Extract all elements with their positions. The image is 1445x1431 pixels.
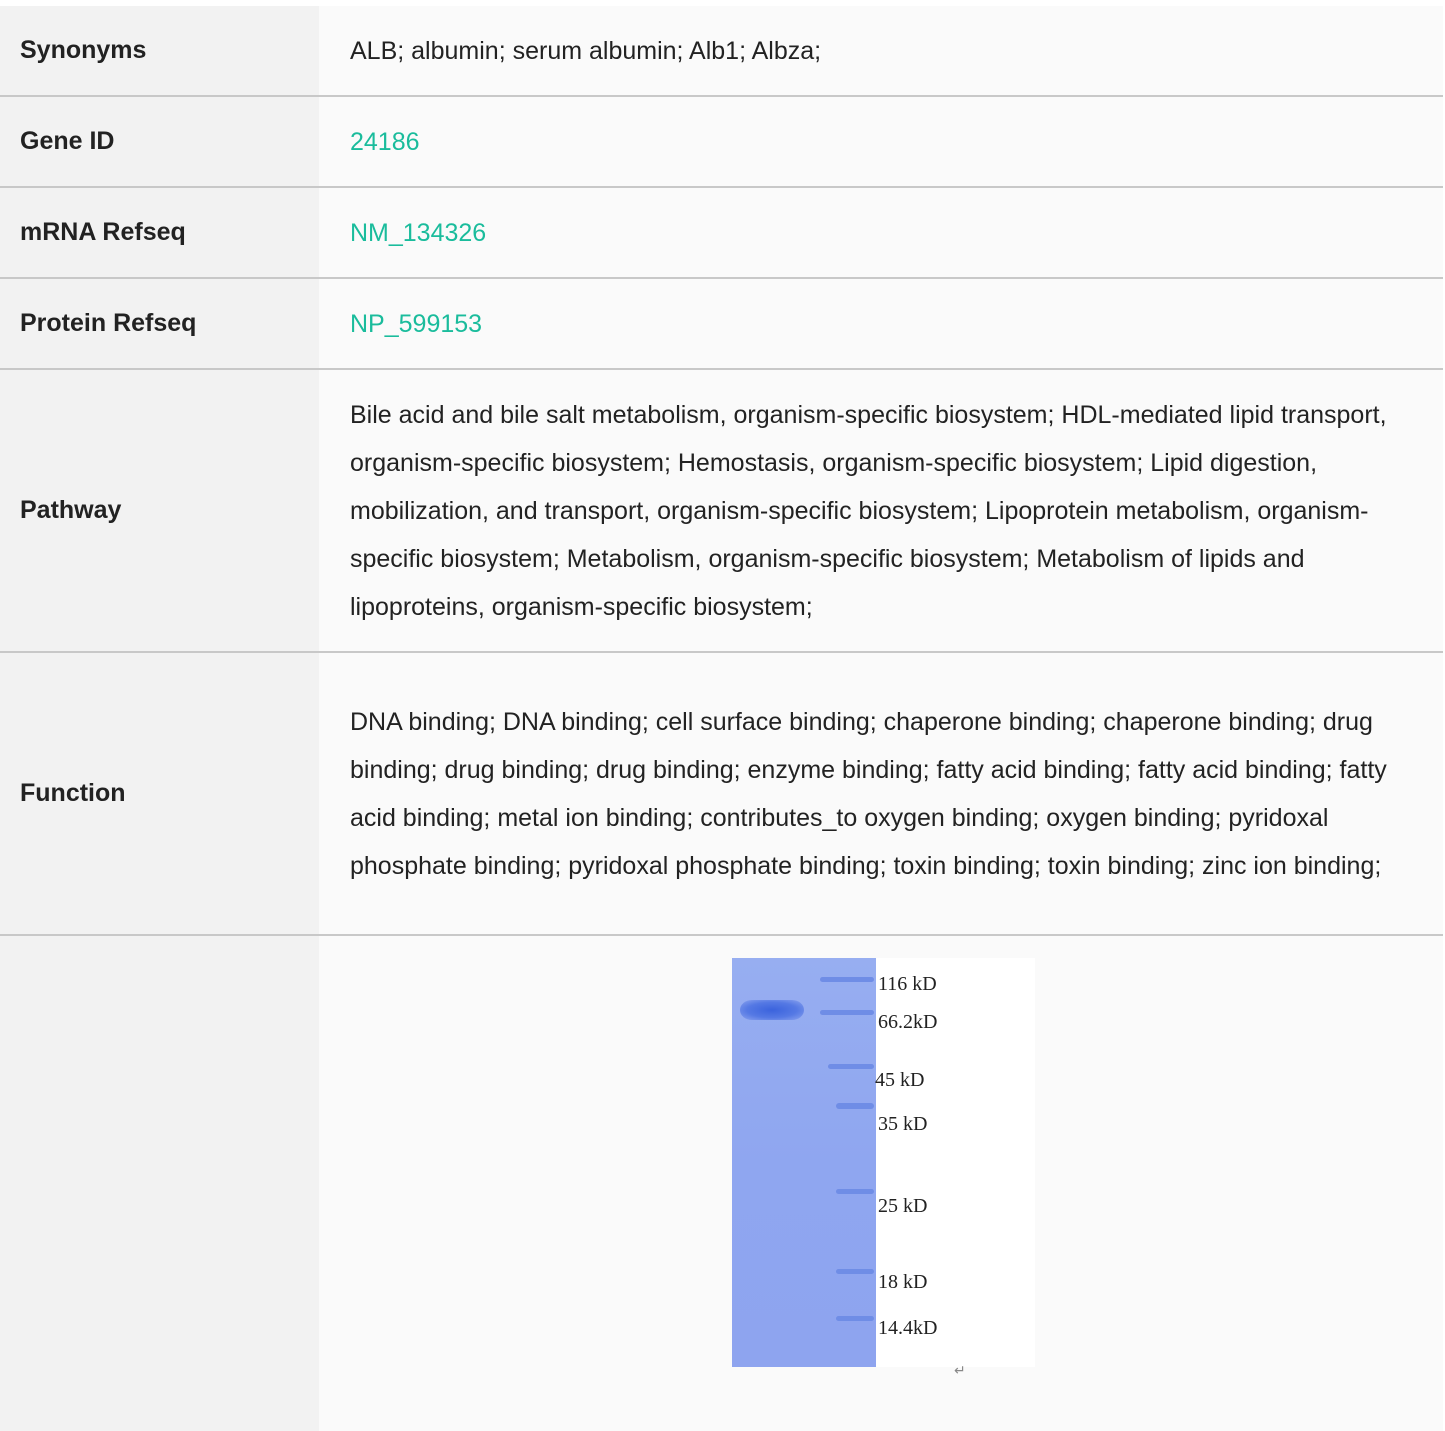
row-mrna-refseq: mRNA Refseq NM_134326 xyxy=(0,188,1443,279)
protein-refseq-link[interactable]: NP_599153 xyxy=(350,300,482,348)
image-label-cell xyxy=(0,936,319,1431)
marker-band xyxy=(820,977,874,982)
sample-band xyxy=(740,1000,804,1020)
row-protein-refseq: Protein Refseq NP_599153 xyxy=(0,279,1443,370)
gene-id-label: Gene ID xyxy=(0,97,319,186)
image-value-cell: 116 kD 66.2kD 45 kD 35 kD 25 kD 18 kD 14… xyxy=(319,936,1443,1431)
marker-label: 66.2kD xyxy=(878,1011,938,1033)
synonyms-value: ALB; albumin; serum albumin; Alb1; Albza… xyxy=(319,6,1443,95)
pathway-value: Bile acid and bile salt metabolism, orga… xyxy=(319,370,1443,651)
marker-label: 35 kD xyxy=(878,1113,928,1135)
row-synonyms: Synonyms ALB; albumin; serum albumin; Al… xyxy=(0,6,1443,97)
row-function: Function DNA binding; DNA binding; cell … xyxy=(0,653,1443,936)
return-mark: ↵ xyxy=(954,1364,966,1379)
row-pathway: Pathway Bile acid and bile salt metaboli… xyxy=(0,370,1443,653)
marker-label: 25 kD xyxy=(878,1195,928,1217)
marker-label: 18 kD xyxy=(878,1271,928,1293)
row-gel-image: 116 kD 66.2kD 45 kD 35 kD 25 kD 18 kD 14… xyxy=(0,936,1443,1431)
function-value: DNA binding; DNA binding; cell surface b… xyxy=(319,653,1443,934)
function-label: Function xyxy=(0,653,319,934)
marker-band xyxy=(820,1010,874,1015)
marker-band xyxy=(836,1103,874,1109)
synonyms-label: Synonyms xyxy=(0,6,319,95)
row-gene-id: Gene ID 24186 xyxy=(0,97,1443,188)
marker-band xyxy=(828,1064,874,1069)
marker-band xyxy=(836,1316,874,1321)
mrna-refseq-label: mRNA Refseq xyxy=(0,188,319,277)
mrna-refseq-link[interactable]: NM_134326 xyxy=(350,209,486,257)
marker-label: 45 kD xyxy=(875,1069,925,1091)
pathway-label: Pathway xyxy=(0,370,319,651)
marker-band xyxy=(836,1269,874,1274)
sds-page-gel-image: 116 kD 66.2kD 45 kD 35 kD 25 kD 18 kD 14… xyxy=(732,958,1035,1379)
marker-band xyxy=(836,1189,874,1194)
gene-id-link[interactable]: 24186 xyxy=(350,118,420,166)
gene-info-table: Synonyms ALB; albumin; serum albumin; Al… xyxy=(0,6,1443,1431)
marker-label: 14.4kD xyxy=(878,1317,938,1339)
protein-refseq-label: Protein Refseq xyxy=(0,279,319,368)
